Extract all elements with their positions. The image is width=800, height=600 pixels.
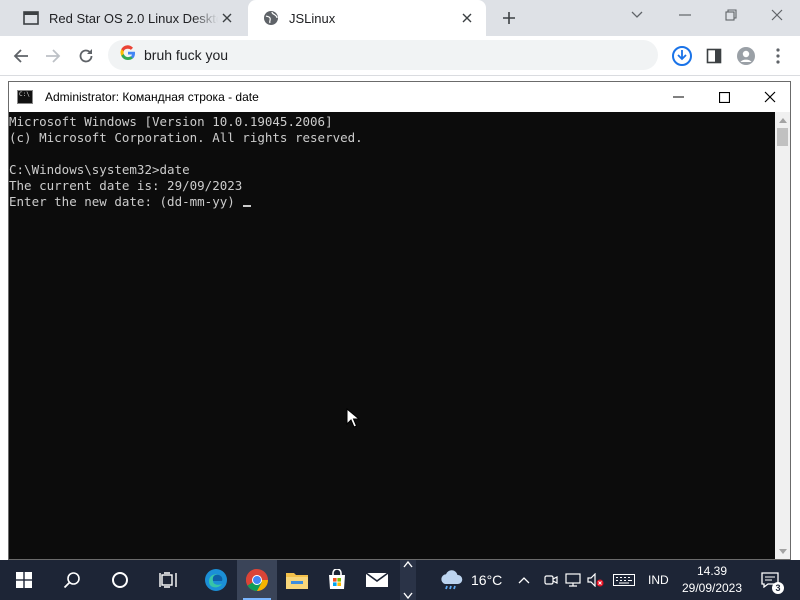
address-text: bruh fuck you (144, 47, 229, 63)
network-icon[interactable] (562, 560, 584, 600)
side-panel-icon[interactable] (700, 42, 728, 70)
cortana-icon[interactable] (100, 560, 140, 600)
tab-close-icon[interactable] (458, 9, 476, 27)
cmd-maximize-button[interactable] (701, 82, 747, 112)
text-cursor (242, 205, 251, 207)
tab-title: Red Star OS 2.0 Linux Desktop (49, 10, 218, 26)
scroll-down-arrow-icon[interactable] (775, 543, 790, 559)
download-icon[interactable] (668, 42, 696, 70)
console-output[interactable]: Microsoft Windows [Version 10.0.19045.20… (9, 112, 775, 559)
browser-toolbar: bruh fuck you (0, 36, 800, 76)
microsoft-store-icon[interactable] (317, 560, 357, 600)
weather-icon[interactable] (432, 560, 472, 600)
edge-icon[interactable] (196, 560, 236, 600)
console-line: The current date is: 29/09/2023 (9, 178, 243, 193)
new-tab-button[interactable] (496, 6, 522, 30)
tray-overflow-chevron-icon[interactable] (506, 560, 542, 600)
profile-avatar-icon[interactable] (732, 42, 760, 70)
mouse-pointer-icon (346, 408, 360, 428)
cmd-window: Administrator: Командная строка - date M… (8, 81, 791, 560)
console-prompt-text: Enter the new date: (dd-mm-yy) (9, 194, 235, 209)
windows-taskbar: 16°C IND 14.39 29/09/2023 3 (0, 560, 800, 600)
reload-button[interactable] (72, 42, 100, 70)
chevron-up-icon[interactable] (403, 560, 413, 568)
cmd-close-button[interactable] (747, 82, 793, 112)
tab-search-chevron-icon[interactable] (614, 0, 660, 30)
chrome-icon[interactable] (237, 560, 277, 600)
scroll-up-arrow-icon[interactable] (775, 112, 790, 128)
browser-minimize-button[interactable] (662, 0, 708, 30)
task-view-icon[interactable] (148, 560, 188, 600)
console-scrollbar[interactable] (775, 112, 790, 559)
file-explorer-icon[interactable] (277, 560, 317, 600)
cmd-titlebar[interactable]: Administrator: Командная строка - date (9, 82, 790, 112)
cmd-app-icon (17, 90, 33, 104)
console-line: Microsoft Windows [Version 10.0.19045.20… (9, 114, 333, 129)
menu-kebab-icon[interactable] (764, 42, 792, 70)
language-indicator[interactable]: IND (648, 573, 669, 587)
google-g-icon (120, 44, 136, 66)
tab-red-star-os[interactable]: Red Star OS 2.0 Linux Desktop (8, 0, 246, 36)
terminal-favicon-icon (22, 9, 40, 27)
mail-icon[interactable] (357, 560, 397, 600)
tab-jslinux[interactable]: JSLinux (248, 0, 486, 36)
notification-count-badge: 3 (772, 582, 784, 594)
cmd-minimize-button[interactable] (655, 82, 701, 112)
globe-icon (262, 9, 280, 27)
console-line: (c) Microsoft Corporation. All rights re… (9, 130, 363, 145)
chevron-down-icon[interactable] (403, 592, 413, 600)
tab-close-icon[interactable] (218, 9, 236, 27)
clock[interactable]: 14.39 29/09/2023 (676, 563, 748, 597)
clock-time: 14.39 (696, 564, 728, 578)
browser-restore-button[interactable] (708, 0, 754, 30)
forward-button[interactable] (39, 42, 67, 70)
address-bar[interactable]: bruh fuck you (108, 40, 658, 70)
touch-keyboard-icon[interactable] (608, 560, 640, 600)
console-input-line: Enter the new date: (dd-mm-yy) (9, 194, 363, 210)
back-button[interactable] (7, 42, 35, 70)
start-button[interactable] (4, 560, 44, 600)
cmd-window-title: Administrator: Командная строка - date (45, 90, 259, 104)
volume-muted-icon[interactable] (584, 560, 608, 600)
taskbar-overflow-scroller[interactable] (400, 560, 416, 600)
search-icon[interactable] (52, 560, 92, 600)
meet-now-camera-icon[interactable] (540, 560, 562, 600)
weather-temperature[interactable]: 16°C (471, 572, 502, 588)
scrollbar-thumb[interactable] (777, 128, 788, 146)
notification-center-icon[interactable] (752, 560, 788, 600)
browser-tab-strip: Red Star OS 2.0 Linux Desktop JSLinux (0, 0, 800, 36)
clock-date: 29/09/2023 (681, 581, 743, 595)
tab-title: JSLinux (289, 10, 336, 26)
console-line: C:\Windows\system32>date (9, 162, 190, 177)
browser-close-button[interactable] (754, 0, 800, 30)
